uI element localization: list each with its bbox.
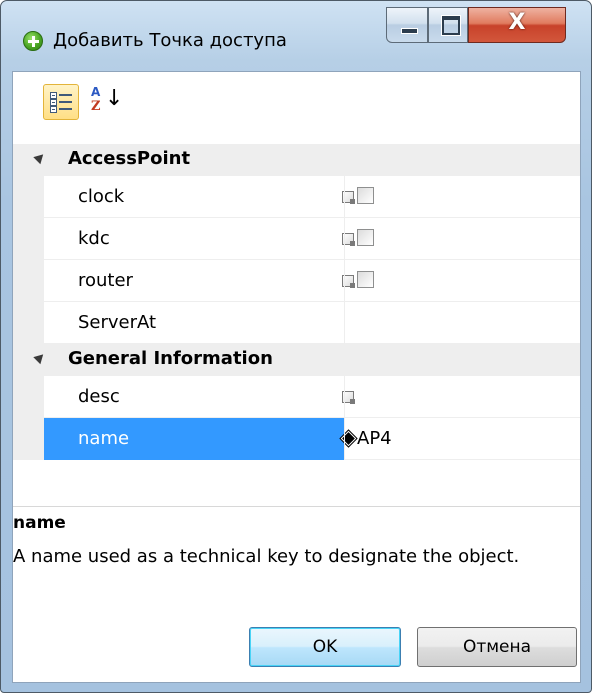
property-value-cell[interactable] bbox=[345, 260, 580, 302]
window-title: Добавить Точка доступа bbox=[53, 30, 287, 51]
property-name-cell[interactable]: ServerAt bbox=[44, 302, 344, 344]
property-name: ServerAt bbox=[78, 312, 157, 333]
property-name-cell[interactable]: name bbox=[44, 418, 357, 460]
caption-buttons: X bbox=[386, 7, 580, 45]
category-general-information[interactable]: General Information bbox=[13, 344, 580, 376]
property-row-name[interactable]: name AP4 bbox=[13, 418, 580, 460]
sort-arrow-icon: ↓ bbox=[105, 86, 124, 111]
kdc-checkbox[interactable] bbox=[357, 229, 374, 246]
property-row-desc[interactable]: desc bbox=[13, 376, 580, 418]
property-name-cell[interactable]: desc bbox=[44, 376, 355, 418]
row-gutter bbox=[13, 302, 44, 344]
property-name: desc bbox=[78, 386, 120, 407]
property-row-router[interactable]: router bbox=[13, 260, 580, 302]
property-name: name bbox=[78, 428, 130, 449]
property-row-kdc[interactable]: kdc bbox=[13, 218, 580, 260]
property-name-cell[interactable]: kdc bbox=[44, 218, 355, 260]
title-bar[interactable]: Добавить Точка доступа X bbox=[1, 1, 591, 71]
property-value-cell[interactable]: AP4 bbox=[345, 418, 580, 460]
sort-z-letter: Z bbox=[91, 99, 101, 114]
row-gutter bbox=[13, 376, 44, 418]
add-plus-icon bbox=[23, 31, 43, 51]
property-value-cell[interactable] bbox=[345, 376, 580, 418]
maximize-icon bbox=[442, 16, 460, 35]
row-gutter bbox=[13, 260, 44, 302]
row-gutter bbox=[13, 218, 44, 260]
row-gutter bbox=[13, 176, 44, 218]
description-title: name bbox=[13, 513, 66, 533]
property-row-serverat[interactable]: ServerAt bbox=[13, 302, 580, 344]
cancel-button[interactable]: Отмена bbox=[417, 627, 577, 667]
property-name-cell[interactable]: clock bbox=[44, 176, 355, 218]
router-checkbox[interactable] bbox=[357, 271, 374, 288]
minimize-icon bbox=[401, 28, 418, 34]
maximize-button[interactable] bbox=[428, 7, 468, 43]
property-value-cell[interactable] bbox=[345, 218, 580, 260]
category-label: General Information bbox=[68, 348, 273, 369]
category-accesspoint[interactable]: AccessPoint bbox=[13, 144, 580, 176]
categorized-view-icon bbox=[50, 91, 72, 113]
ok-button[interactable]: OK bbox=[249, 627, 401, 667]
description-text: A name used as a technical key to design… bbox=[13, 546, 520, 567]
collapse-triangle-icon[interactable] bbox=[33, 350, 47, 365]
collapse-triangle-icon[interactable] bbox=[33, 150, 47, 165]
sort-a-letter: A bbox=[91, 85, 101, 99]
row-gutter bbox=[13, 418, 44, 460]
category-label: AccessPoint bbox=[68, 148, 191, 169]
property-row-clock[interactable]: clock bbox=[13, 176, 580, 218]
close-button[interactable]: X bbox=[468, 7, 566, 43]
property-name: kdc bbox=[78, 228, 110, 249]
property-grid-toolbar: A Z ↓ bbox=[13, 72, 580, 144]
client-area: A Z ↓ AccessPoint clock kdc router Serve… bbox=[12, 71, 581, 683]
dialog-window: Добавить Точка доступа X A Z ↓ AccessPoi… bbox=[0, 0, 592, 693]
property-name: clock bbox=[78, 186, 125, 207]
clock-checkbox[interactable] bbox=[357, 187, 374, 204]
sort-alphabetical-button[interactable]: A Z ↓ bbox=[91, 85, 124, 118]
property-value-cell[interactable] bbox=[345, 302, 580, 344]
property-grid: AccessPoint clock kdc router ServerAt Ge… bbox=[13, 144, 580, 484]
close-icon: X bbox=[508, 10, 526, 35]
property-name-cell[interactable]: router bbox=[44, 260, 355, 302]
categorized-view-button[interactable] bbox=[43, 84, 79, 120]
property-value[interactable]: AP4 bbox=[357, 428, 392, 449]
property-value-cell[interactable] bbox=[345, 176, 580, 218]
minimize-button[interactable] bbox=[386, 7, 428, 43]
description-panel: name A name used as a technical key to d… bbox=[13, 506, 580, 607]
property-name: router bbox=[78, 270, 133, 291]
